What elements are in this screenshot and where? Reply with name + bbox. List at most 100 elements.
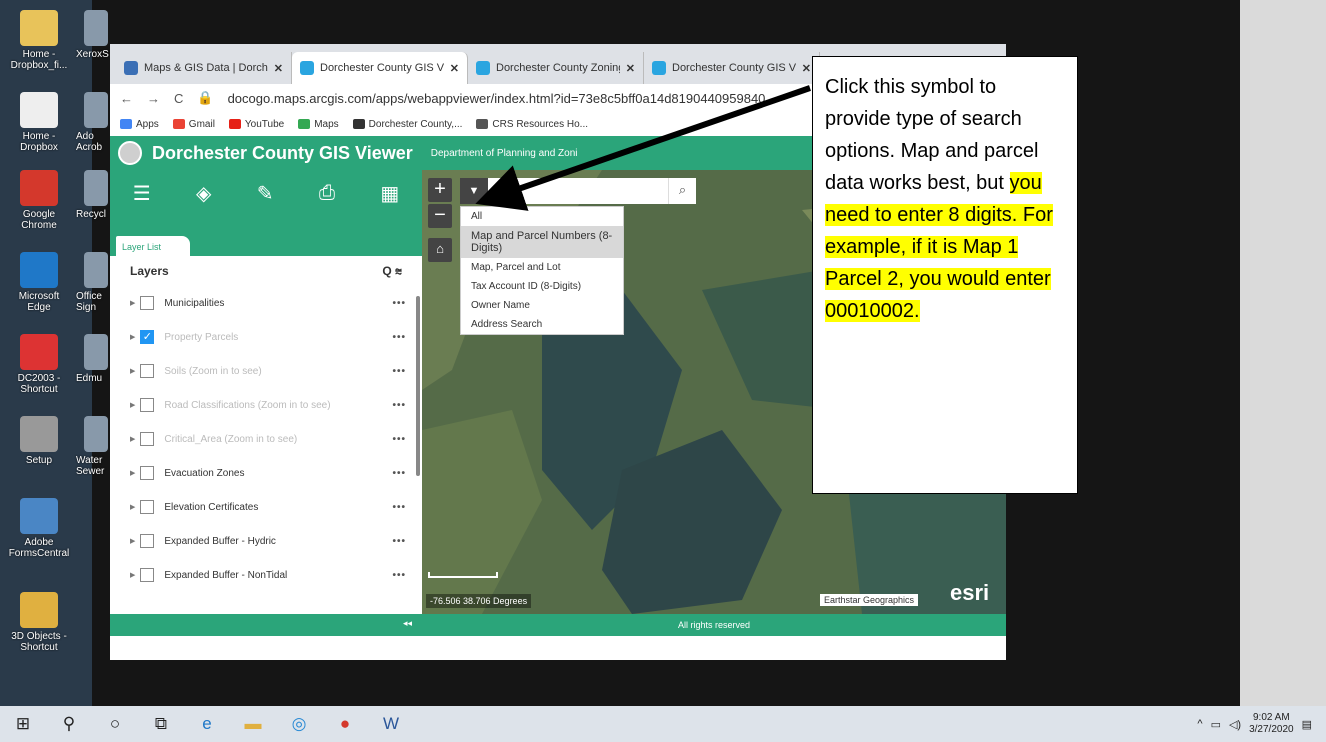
layer-row[interactable]: ▶ Evacuation Zones ••• — [110, 456, 422, 490]
desktop-icon[interactable]: Office Sign — [76, 252, 110, 313]
layer-checkbox[interactable] — [140, 398, 155, 412]
layer-menu-icon[interactable]: ••• — [392, 366, 406, 377]
desktop-icon[interactable]: Ado Acrob — [76, 92, 110, 153]
desktop-icon[interactable]: Setup — [6, 416, 72, 466]
cortana-icon[interactable]: ○ — [92, 706, 138, 742]
layer-checkbox[interactable] — [140, 296, 155, 310]
internet-explorer-icon[interactable]: ◎ — [276, 706, 322, 742]
layer-row[interactable]: ▶ ✓ Property Parcels ••• — [110, 320, 422, 354]
layer-row[interactable]: ▶ Elevation Certificates ••• — [110, 490, 422, 524]
layer-menu-icon[interactable]: ••• — [392, 332, 406, 343]
volume-icon[interactable]: ◁) — [1229, 718, 1241, 731]
zoom-in-button[interactable]: + — [428, 178, 452, 202]
expand-icon[interactable]: ▶ — [130, 401, 135, 409]
expand-icon[interactable]: ▶ — [130, 571, 135, 579]
desktop-icon[interactable]: Microsoft Edge — [6, 252, 72, 313]
layer-checkbox[interactable] — [140, 568, 155, 582]
layer-row[interactable]: ▶ Municipalities ••• — [110, 286, 422, 320]
clock[interactable]: 9:02 AM 3/27/2020 — [1249, 712, 1294, 736]
expand-icon[interactable]: ▶ — [130, 469, 135, 477]
print-icon[interactable]: ⎙ — [319, 182, 335, 205]
expand-icon[interactable]: ▶ — [130, 435, 135, 443]
zoom-out-button[interactable]: − — [428, 204, 452, 228]
collapse-panel-icon[interactable]: ◂◂ — [403, 618, 412, 629]
browser-tab[interactable]: Dorchester County GIS Vie ✕ — [644, 52, 820, 84]
tab-layer-list[interactable]: Layer List — [116, 236, 190, 256]
grid-icon[interactable]: ▦ — [380, 181, 399, 206]
expand-icon[interactable]: ▶ — [130, 503, 135, 511]
layer-row[interactable]: ▶ Soils (Zoom in to see) ••• — [110, 354, 422, 388]
desktop-icon[interactable]: Edmu — [76, 334, 110, 384]
basemap-icon[interactable]: ◈ — [196, 181, 211, 206]
layer-menu-icon[interactable]: ••• — [392, 536, 406, 547]
expand-icon[interactable]: ▶ — [130, 537, 135, 545]
expand-icon[interactable]: ▶ — [130, 333, 135, 341]
layer-row[interactable]: ▶ Expanded Buffer - Hydric ••• — [110, 524, 422, 558]
desktop-icon[interactable]: Adobe FormsCentral — [6, 498, 72, 559]
search-icon[interactable]: ⌕ — [668, 178, 696, 204]
close-tab-icon[interactable]: ✕ — [274, 62, 283, 75]
bookmark-item[interactable]: Dorchester County,... — [352, 119, 462, 130]
close-tab-icon[interactable]: ✕ — [626, 62, 635, 75]
desktop-icon[interactable]: Home - Dropbox — [6, 92, 72, 153]
desktop-icon[interactable]: Home - Dropbox_fi... — [6, 10, 72, 71]
browser-tab[interactable]: Dorchester County GIS Vie ✕ — [292, 52, 468, 84]
notification-icon[interactable]: ▤ — [1302, 718, 1312, 731]
search-input[interactable] — [488, 178, 668, 204]
file-explorer-icon[interactable]: ▬ — [230, 706, 276, 742]
search-type-option[interactable]: All — [461, 207, 623, 226]
task-view-icon[interactable]: ⧉ — [138, 706, 184, 742]
search-type-option[interactable]: Map, Parcel and Lot — [461, 258, 623, 277]
desktop-icon[interactable]: Google Chrome — [6, 170, 72, 231]
layer-row[interactable]: ▶ Critical_Area (Zoom in to see) ••• — [110, 422, 422, 456]
search-filter-icon[interactable]: Q ⩬ — [382, 264, 402, 279]
bookmark-item[interactable]: Apps — [120, 119, 159, 130]
desktop-icon[interactable]: DC2003 - Shortcut — [6, 334, 72, 395]
layer-menu-icon[interactable]: ••• — [392, 298, 406, 309]
desktop-icon[interactable]: Recycl — [76, 170, 110, 220]
layer-menu-icon[interactable]: ••• — [392, 570, 406, 581]
layer-checkbox[interactable] — [140, 466, 155, 480]
home-button[interactable]: ⌂ — [428, 238, 452, 262]
chrome-icon[interactable]: ● — [322, 706, 368, 742]
desktop-icon[interactable]: Water Sewer — [76, 416, 110, 477]
layer-checkbox[interactable]: ✓ — [140, 330, 155, 344]
layer-checkbox[interactable] — [140, 432, 155, 446]
windows-start-icon[interactable]: ⊞ — [0, 706, 46, 742]
browser-tab[interactable]: Maps & GIS Data | Dorche ✕ — [116, 52, 292, 84]
bookmark-item[interactable]: CRS Resources Ho... — [476, 119, 588, 130]
close-tab-icon[interactable]: ✕ — [802, 62, 811, 75]
measure-icon[interactable]: ✎ — [257, 181, 274, 206]
search-type-option[interactable]: Map and Parcel Numbers (8-Digits) — [461, 226, 623, 258]
back-icon[interactable]: ← — [120, 91, 133, 106]
layer-row[interactable]: ▶ Road Classifications (Zoom in to see) ••… — [110, 388, 422, 422]
layer-menu-icon[interactable]: ••• — [392, 400, 406, 411]
layer-row[interactable]: ▶ Expanded Buffer - NonTidal ••• — [110, 558, 422, 592]
layer-checkbox[interactable] — [140, 534, 155, 548]
bookmark-item[interactable]: Gmail — [172, 119, 215, 130]
desktop-icon[interactable]: 3D Objects - Shortcut — [6, 592, 72, 653]
scrollbar[interactable] — [416, 296, 420, 476]
search-type-option[interactable]: Owner Name — [461, 296, 623, 315]
search-type-option[interactable]: Address Search — [461, 315, 623, 334]
layer-menu-icon[interactable]: ••• — [392, 468, 406, 479]
bookmark-item[interactable]: Maps — [298, 119, 339, 130]
edge-icon[interactable]: e — [184, 706, 230, 742]
close-tab-icon[interactable]: ✕ — [450, 62, 459, 75]
desktop-icon[interactable]: XeroxS — [76, 10, 110, 60]
network-icon[interactable]: ▭ — [1211, 718, 1221, 731]
tray-chevron-icon[interactable]: ^ — [1197, 718, 1202, 730]
browser-tab[interactable]: Dorchester County Zoning ✕ — [468, 52, 644, 84]
search-type-option[interactable]: Tax Account ID (8-Digits) — [461, 277, 623, 296]
layer-checkbox[interactable] — [140, 500, 155, 514]
search-type-dropdown-icon[interactable]: ▼ — [460, 178, 488, 204]
layer-list-icon[interactable]: ☰ — [133, 181, 151, 206]
word-icon[interactable]: W — [368, 706, 414, 742]
search-icon[interactable]: ⚲ — [46, 706, 92, 742]
expand-icon[interactable]: ▶ — [130, 299, 135, 307]
expand-icon[interactable]: ▶ — [130, 367, 135, 375]
forward-icon[interactable]: → — [147, 91, 160, 106]
layer-menu-icon[interactable]: ••• — [392, 502, 406, 513]
bookmark-item[interactable]: YouTube — [228, 119, 284, 130]
layer-menu-icon[interactable]: ••• — [392, 434, 406, 445]
